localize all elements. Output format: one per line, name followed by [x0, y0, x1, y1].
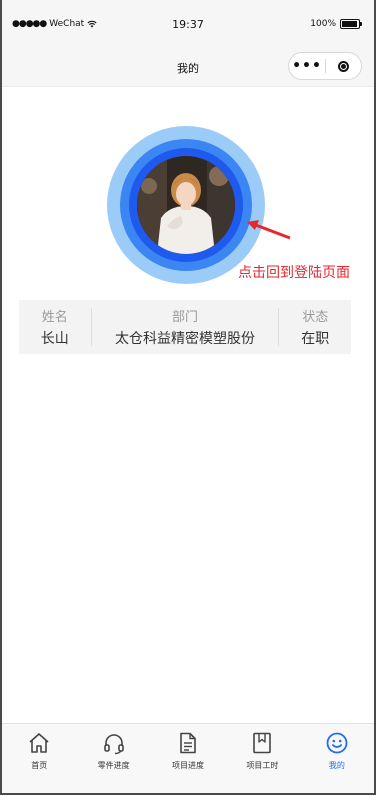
headset-icon — [103, 734, 124, 755]
info-name-column: 姓名 长山 — [19, 300, 91, 354]
bookmark-icon — [253, 732, 272, 754]
battery-percent: 100% — [310, 19, 336, 29]
avatar-inner-ring — [129, 148, 243, 262]
nav-bar: 我的 ••• — [2, 44, 374, 87]
avatar — [137, 156, 235, 254]
tab-label: 首页 — [31, 761, 48, 770]
tab-project-progress[interactable]: 项目进度 — [151, 724, 225, 794]
tab-parts-progress[interactable]: 零件进度 — [76, 724, 150, 794]
avatar-ring — [120, 139, 252, 271]
tab-label: 我的 — [328, 761, 345, 770]
info-label: 姓名 — [41, 310, 68, 325]
info-department-column: 部门 太仓科益精密模塑股份 — [92, 300, 279, 354]
login-hint: 点击回到登陆页面 — [238, 265, 350, 281]
info-label: 部门 — [171, 310, 198, 325]
tab-mine[interactable]: 我的 — [300, 724, 374, 794]
left-border — [0, 0, 2, 795]
document-icon — [180, 732, 196, 754]
info-value: 长山 — [40, 331, 69, 347]
home-icon — [29, 733, 49, 753]
battery-level — [342, 21, 357, 27]
profile-info-table: 姓名 长山 部门 太仓科益精密模塑股份 状态 在职 — [19, 300, 351, 354]
arrow-icon — [247, 220, 291, 240]
mini-program-capsule: ••• — [288, 52, 362, 80]
tab-label: 项目工时 — [246, 761, 279, 770]
tab-bar: 首页 零件进度 项目进度 项目工时 我的 — [2, 723, 374, 794]
tab-home[interactable]: 首页 — [2, 724, 76, 794]
tab-project-hours[interactable]: 项目工时 — [225, 724, 299, 794]
info-value: 太仓科益精密模塑股份 — [115, 331, 255, 347]
target-icon — [338, 60, 349, 72]
battery-icon — [340, 19, 362, 29]
close-button[interactable] — [326, 60, 361, 72]
status-right: 100% — [310, 19, 362, 29]
info-status-column: 状态 在职 — [279, 300, 351, 354]
tab-label: 零件进度 — [97, 761, 130, 770]
info-label: 状态 — [302, 310, 329, 325]
info-value: 在职 — [301, 331, 330, 347]
avatar-button[interactable] — [107, 126, 265, 284]
avatar-photo-illustration — [137, 156, 235, 254]
smiley-icon — [326, 732, 348, 754]
status-bar: ●●●●● WeChat 19:37 100% — [2, 0, 374, 44]
tab-label: 项目进度 — [172, 761, 205, 770]
more-button[interactable]: ••• — [289, 53, 325, 79]
screen: ●●●●● WeChat 19:37 100% 我的 ••• 点击回到登陆页面 … — [0, 0, 376, 795]
